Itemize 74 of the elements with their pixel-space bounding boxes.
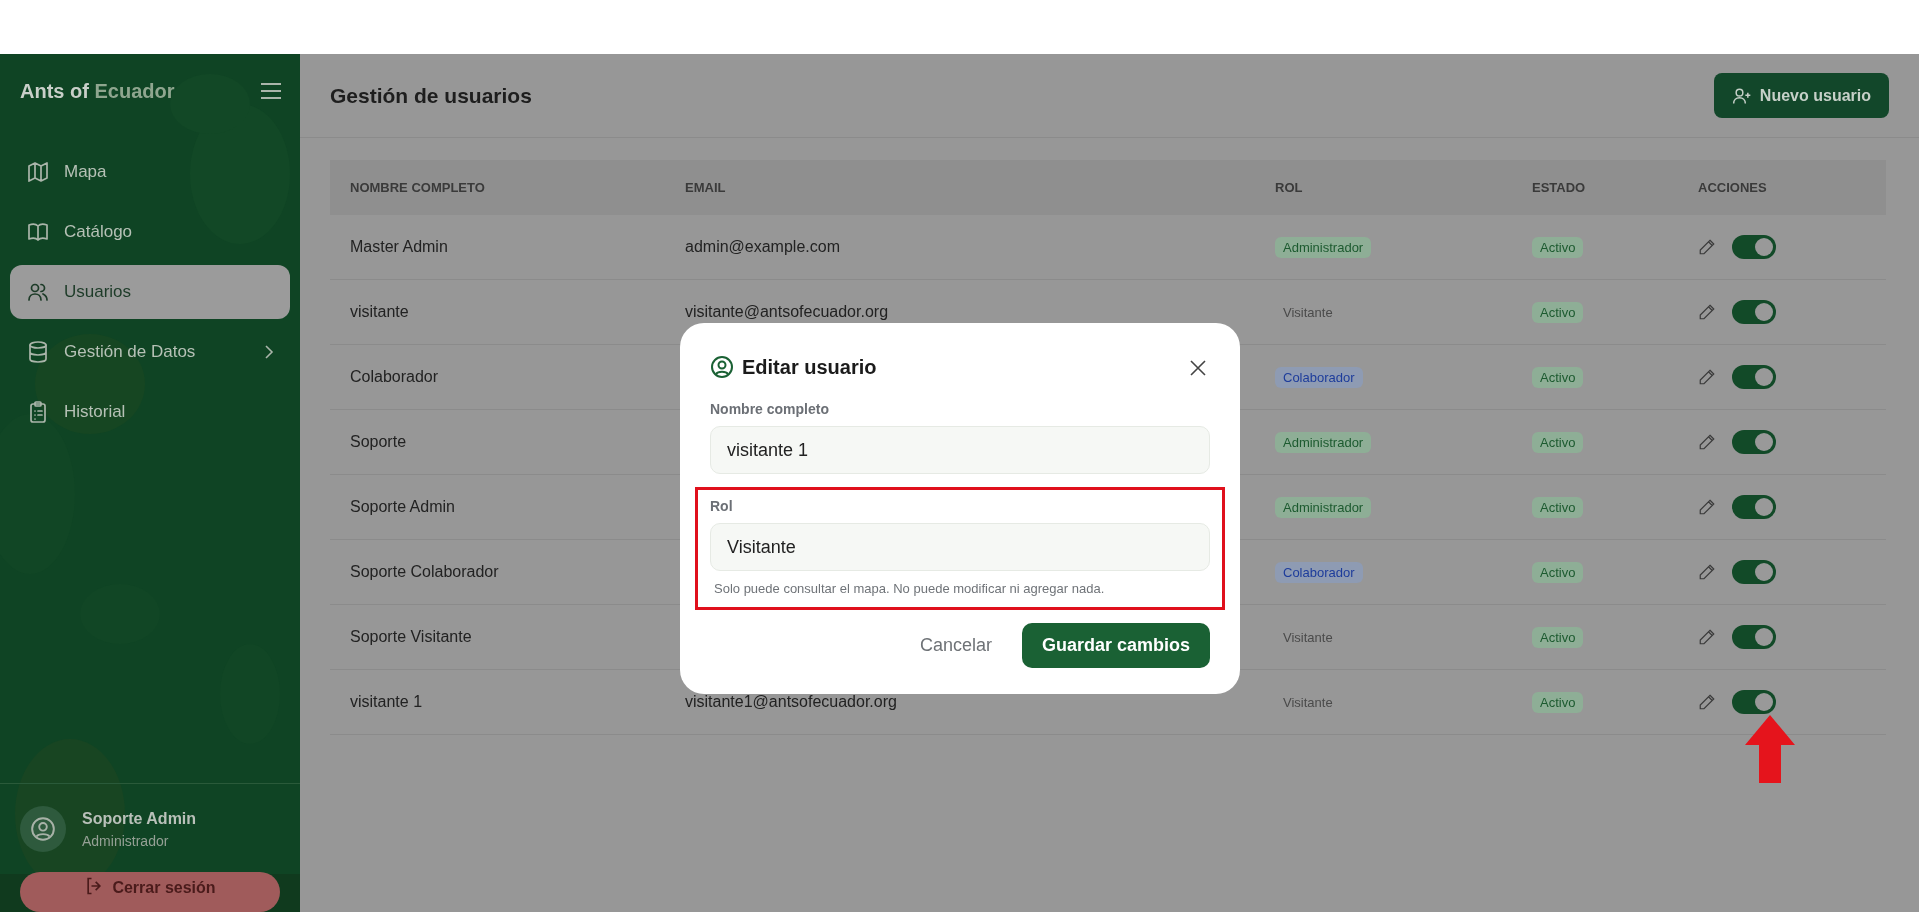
status-tag: Activo: [1532, 237, 1584, 258]
role-tag: Visitante: [1275, 627, 1341, 648]
book-icon: [26, 220, 50, 244]
input-field[interactable]: Visitante: [710, 523, 1210, 571]
database-icon: [26, 340, 50, 364]
new-user-button[interactable]: Nuevo usuario: [1713, 73, 1889, 118]
edit-icon[interactable]: [1698, 563, 1716, 581]
sidebar-item[interactable]: Gestión de Datos: [10, 325, 290, 379]
toggle-switch[interactable]: [1732, 235, 1776, 259]
toggle-switch[interactable]: [1732, 625, 1776, 649]
table-cell: Soporte Visitante: [350, 628, 472, 645]
role-tag: Administrador: [1275, 237, 1372, 258]
input-field[interactable]: visitante 1: [710, 426, 1210, 474]
user-role: Administrador: [82, 831, 170, 851]
status-tag: Activo: [1532, 432, 1584, 453]
user-name: Soporte Admin: [82, 808, 197, 829]
column-header: ROL: [1274, 178, 1304, 197]
table-cell: admin@example.com: [685, 238, 840, 255]
column-header: ACCIONES: [1697, 178, 1768, 197]
chevron-icon: [264, 345, 274, 359]
role-tag: Visitante: [1275, 302, 1341, 323]
toggle-switch[interactable]: [1732, 365, 1776, 389]
table-cell: visitante@antsofecuador.org: [685, 303, 889, 320]
field-label: Rol: [710, 497, 734, 516]
status-tag: Activo: [1532, 562, 1584, 583]
toggle-switch[interactable]: [1732, 300, 1776, 324]
edit-icon[interactable]: [1698, 238, 1716, 256]
page-title: Gestión de usuarios: [330, 82, 532, 109]
table-cell: Soporte: [350, 433, 407, 450]
status-tag: Activo: [1532, 627, 1584, 648]
edit-icon[interactable]: [1698, 368, 1716, 386]
map-icon: [26, 160, 50, 184]
table-cell: visitante 1: [350, 693, 423, 710]
table-cell: Soporte Admin: [350, 498, 455, 515]
field-label: Nombre completo: [710, 400, 830, 419]
role-tag: Administrador: [1275, 432, 1372, 453]
brand-logo: Ants of Ecuador: [20, 79, 175, 104]
column-header: EMAIL: [684, 178, 727, 197]
user-circle-icon: [710, 355, 734, 379]
edit-icon[interactable]: [1698, 498, 1716, 516]
toggle-switch[interactable]: [1732, 690, 1776, 714]
status-tag: Activo: [1532, 367, 1584, 388]
edit-icon[interactable]: [1698, 628, 1716, 646]
status-tag: Activo: [1532, 497, 1584, 518]
role-tag: Administrador: [1275, 497, 1372, 518]
column-header: NOMBRE COMPLETO: [349, 178, 486, 197]
role-tag: Colaborador: [1275, 367, 1363, 388]
table-cell: visitante: [350, 303, 409, 320]
toggle-switch[interactable]: [1732, 560, 1776, 584]
sidebar-item[interactable]: Historial: [10, 385, 290, 439]
toggle-switch[interactable]: [1732, 430, 1776, 454]
status-tag: Activo: [1532, 302, 1584, 323]
dialog-title: Editar usuario: [742, 355, 877, 380]
role-tag: Visitante: [1275, 692, 1341, 713]
status-tag: Activo: [1532, 692, 1584, 713]
close-icon: [1190, 359, 1206, 376]
table-cell: Master Admin: [350, 238, 448, 255]
sidebar-item[interactable]: Usuarios: [10, 265, 290, 319]
column-header: ESTADO: [1531, 178, 1587, 197]
menu-icon[interactable]: [260, 82, 282, 100]
role-tag: Colaborador: [1275, 562, 1363, 583]
sidebar-item[interactable]: Catálogo: [10, 205, 290, 259]
sidebar-item[interactable]: Mapa: [10, 145, 290, 199]
edit-icon[interactable]: [1698, 433, 1716, 451]
table-cell: Soporte Colaborador: [350, 563, 499, 580]
table-cell: visitante1@antsofecuador.org: [685, 693, 897, 710]
arrow-icon: [1745, 715, 1795, 783]
toggle-switch[interactable]: [1732, 495, 1776, 519]
cancel-button[interactable]: Cancelar: [913, 630, 998, 660]
table-cell: Colaborador: [350, 368, 439, 385]
field-hint: Solo puede consultar el mapa. No puede modificar ni agregar nada.: [713, 580, 1106, 598]
save-button[interactable]: Guardar cambios: [1021, 622, 1210, 668]
edit-icon[interactable]: [1698, 693, 1716, 711]
edit-icon[interactable]: [1698, 303, 1716, 321]
